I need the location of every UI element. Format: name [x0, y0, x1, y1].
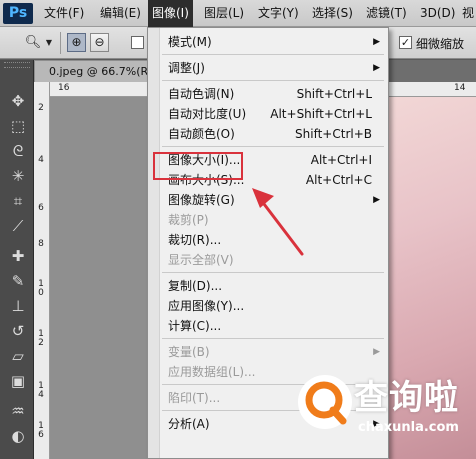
menu-separator — [162, 272, 384, 273]
vertical-ruler: 2 4 6 8 1 0 1 2 1 4 1 6 — [34, 82, 50, 459]
submenu-arrow-icon: ▶ — [373, 63, 380, 73]
ruler-tick-label: 14 — [454, 83, 466, 93]
menu-item-label: 自动颜色(O) — [168, 127, 235, 141]
blur-icon[interactable]: ♒ — [7, 400, 29, 422]
menu-item-label: 裁切(R)... — [168, 233, 222, 247]
panel-grip[interactable] — [4, 62, 30, 68]
menu-item-label: 自动色调(N) — [168, 87, 235, 101]
marquee-icon[interactable]: ⬚ — [7, 115, 29, 137]
menu-item-label: 计算(C)... — [168, 319, 222, 333]
menu-item-shortcut: Alt+Ctrl+I — [310, 153, 372, 167]
menu-separator — [162, 80, 384, 81]
move-icon[interactable]: ✥ — [7, 90, 29, 112]
menu-separator — [162, 54, 384, 55]
ruler-tick-label: 2 — [38, 103, 44, 113]
tool-preset-chevron-down-icon[interactable]: ▼ — [44, 33, 54, 53]
ruler-tick-label: 1 0 — [38, 279, 44, 298]
crop-icon[interactable]: ⌗ — [7, 190, 29, 212]
submenu-arrow-icon: ▶ — [373, 347, 380, 357]
pointer-arrow-icon — [252, 188, 304, 256]
menu-item-label: 陷印(T)... — [168, 391, 221, 405]
ruler-tick-label: 8 — [38, 239, 44, 249]
submenu-arrow-icon: ▶ — [373, 195, 380, 205]
menu-separator — [162, 146, 384, 147]
menu-item-label: 模式(M) — [168, 35, 212, 49]
submenu-arrow-icon: ▶ — [373, 37, 380, 47]
healing-brush-icon[interactable]: ✚ — [7, 245, 29, 267]
highlight-box — [153, 152, 243, 180]
menu-type[interactable]: 文字(Y) — [254, 0, 303, 27]
menu-item-label: 显示全部(V) — [168, 253, 234, 267]
ruler-tick-label: 1 2 — [38, 329, 44, 348]
menu-item-label: 调整(J) — [168, 61, 205, 75]
document-tab[interactable]: 0.jpeg @ 66.7%(R — [34, 60, 154, 82]
watermark-url: chaxunla.com — [358, 420, 459, 435]
menu-item-adjustments[interactable]: 调整(J) ▶ — [168, 58, 384, 78]
photoshop-logo: Ps — [3, 3, 33, 24]
menu-item-auto-tone[interactable]: 自动色调(N) Shift+Ctrl+L — [168, 84, 384, 104]
menu-edit[interactable]: 编辑(E) — [96, 0, 145, 27]
menu-item-label: 应用数据组(L)... — [168, 365, 256, 379]
menu-item-label: 裁剪(P) — [168, 213, 209, 227]
ruler-tick-label: 1 6 — [38, 421, 44, 440]
menu-filter[interactable]: 滤镜(T) — [362, 0, 411, 27]
scrubby-zoom-label: 细微缩放 — [416, 37, 465, 51]
tools-panel: ✥ ⬚ ᘓ ✳ ⌗ ⟋ ✚ ✎ ⊥ ↺ ▱ ▣ ♒ ◐ — [0, 60, 34, 459]
menu-item-auto-contrast[interactable]: 自动对比度(U) Alt+Shift+Ctrl+L — [168, 104, 384, 124]
watermark-logo-icon — [298, 375, 352, 429]
ruler-tick-label: 4 — [38, 155, 44, 165]
options-divider — [60, 32, 61, 54]
menu-view[interactable]: 视 — [458, 0, 476, 27]
menu-item-label: 复制(D)... — [168, 279, 223, 293]
menu-item-label: 分析(A) — [168, 417, 210, 431]
resize-windows-checkbox[interactable] — [131, 36, 144, 49]
scrubby-zoom-checkbox[interactable]: ✓ — [399, 36, 412, 49]
menu-bar: Ps 文件(F) 编辑(E) 图像(I) 图层(L) 文字(Y) 选择(S) 滤… — [0, 0, 476, 27]
eraser-icon[interactable]: ▱ — [7, 345, 29, 367]
magic-wand-icon[interactable]: ✳ — [7, 165, 29, 187]
lasso-icon[interactable]: ᘓ — [7, 140, 29, 162]
zoom-tool-icon[interactable]: 🔍︎ — [22, 33, 44, 53]
menu-image[interactable]: 图像(I) — [148, 0, 193, 27]
menu-item-label: 变量(B) — [168, 345, 210, 359]
menu-item-auto-color[interactable]: 自动颜色(O) Shift+Ctrl+B — [168, 124, 384, 144]
menu-item-shortcut: Shift+Ctrl+B — [295, 127, 372, 141]
brush-icon[interactable]: ✎ — [7, 270, 29, 292]
menu-item-apply-image[interactable]: 应用图像(Y)... — [168, 296, 384, 316]
ruler-tick-label: 16 — [58, 83, 70, 93]
zoom-out-icon[interactable]: ⊖ — [90, 33, 109, 52]
gradient-icon[interactable]: ▣ — [7, 370, 29, 392]
menu-select[interactable]: 选择(S) — [308, 0, 357, 27]
menu-separator — [162, 338, 384, 339]
menu-item-calculations[interactable]: 计算(C)... — [168, 316, 384, 336]
menu-file[interactable]: 文件(F) — [40, 0, 88, 27]
watermark-text: 查询啦 — [354, 378, 459, 418]
history-brush-icon[interactable]: ↺ — [7, 320, 29, 342]
dodge-icon[interactable]: ◐ — [7, 425, 29, 447]
menu-item-variables[interactable]: 变量(B) ▶ — [168, 342, 384, 362]
menu-item-shortcut: Shift+Ctrl+L — [296, 87, 372, 101]
ruler-tick-label: 6 — [38, 203, 44, 213]
menu-item-label: 应用图像(Y)... — [168, 299, 245, 313]
menu-layer[interactable]: 图层(L) — [200, 0, 248, 27]
ruler-tick-label: 1 4 — [38, 381, 44, 400]
menu-gutter — [148, 28, 160, 458]
zoom-in-icon[interactable]: ⊕ — [67, 33, 86, 52]
clone-stamp-icon[interactable]: ⊥ — [7, 295, 29, 317]
menu-item-duplicate[interactable]: 复制(D)... — [168, 276, 384, 296]
menu-item-label: 图像旋转(G) — [168, 193, 235, 207]
eyedropper-icon[interactable]: ⟋ — [7, 215, 29, 237]
menu-item-shortcut: Alt+Shift+Ctrl+L — [270, 107, 372, 121]
menu-item-label: 自动对比度(U) — [168, 107, 247, 121]
menu-3d[interactable]: 3D(D) — [416, 0, 459, 27]
menu-item-mode[interactable]: 模式(M) ▶ — [168, 32, 384, 52]
